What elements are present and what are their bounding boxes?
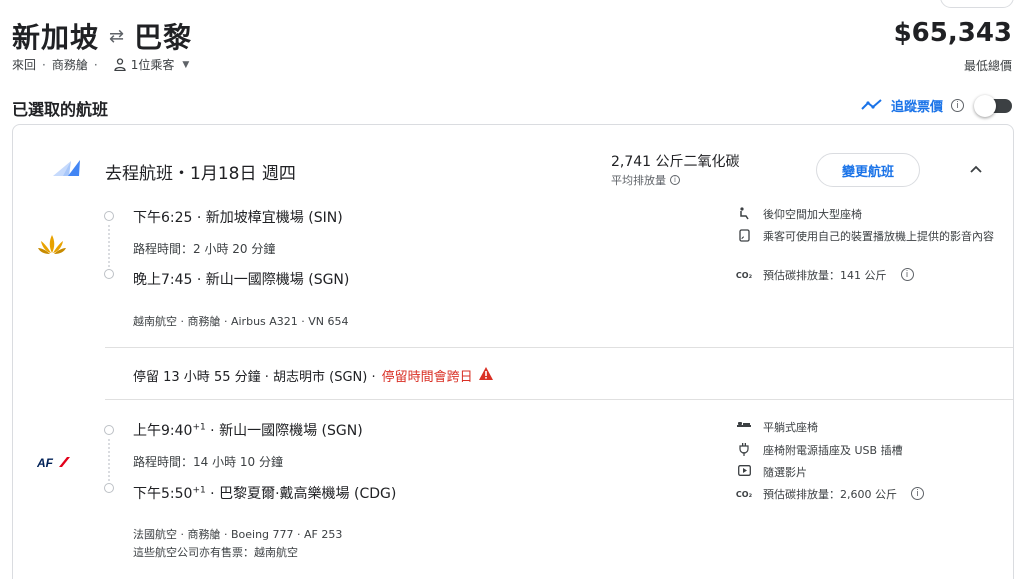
segment-1-duration: 路程時間：2 小時 20 分鐘 <box>133 242 276 256</box>
origin-city: 新加坡 <box>12 21 100 54</box>
amenity-co2: CO₂ 預估碳排放量：2,600 公斤 i <box>735 487 995 503</box>
co2-icon: CO₂ <box>735 490 753 499</box>
trend-line-icon <box>861 96 883 115</box>
vietnam-airlines-logo <box>38 233 66 259</box>
segment-1-arrival: 晚上7:45 · 新山一國際機場 (SGN) <box>133 272 350 288</box>
co2-icon: CO₂ <box>735 271 753 280</box>
departure-place: · 新山一國際機場 (SGN) <box>205 423 363 439</box>
flight-card: 去程航班・1月18日 週四 2,741 公斤二氧化碳 平均排放量 i 變更航班 … <box>12 124 1014 579</box>
top-pill-button[interactable] <box>940 0 1014 8</box>
timeline-line <box>108 439 110 481</box>
departure-dot <box>104 425 114 435</box>
arrival-place: · 巴黎夏爾·戴高樂機場 (CDG) <box>205 486 397 502</box>
power-outlet-icon <box>735 443 753 456</box>
device-stream-icon <box>735 229 753 242</box>
info-icon[interactable]: i <box>900 268 914 281</box>
amenity-text: 後仰空間加大型座椅 <box>763 208 862 221</box>
separator-dot: · <box>42 57 46 72</box>
co2-total: 2,741 公斤二氧化碳 <box>611 154 740 170</box>
next-day-indicator: +1 <box>192 422 206 433</box>
info-icon[interactable]: i <box>951 99 964 112</box>
amenity-power-outlet: 座椅附電源插座及 USB 插槽 <box>735 443 995 459</box>
divider <box>105 399 1013 400</box>
legroom-icon <box>735 207 753 220</box>
info-icon[interactable]: i <box>670 175 680 185</box>
track-prices-toggle[interactable] <box>974 94 1012 117</box>
cabin-class: 商務艙 <box>51 58 88 72</box>
amenity-legroom: 後仰空間加大型座椅 <box>735 207 995 223</box>
amenity-text: 座椅附電源插座及 USB 插槽 <box>763 444 903 457</box>
departure-time: 上午9:40 <box>133 423 193 439</box>
arrival-dot <box>104 483 114 493</box>
next-day-indicator: +1 <box>192 485 206 496</box>
person-icon <box>114 58 126 71</box>
segment-2-duration: 路程時間：14 小時 10 分鐘 <box>133 455 283 469</box>
toggle-knob <box>974 94 996 117</box>
track-prices-label[interactable]: 追蹤票價 <box>891 96 943 115</box>
segment-2-arrival: 下午5:50+1 · 巴黎夏爾·戴高樂機場 (CDG) <box>133 483 396 503</box>
timeline-line <box>108 225 110 267</box>
chevron-up-icon[interactable] <box>969 161 983 177</box>
price-label: 最低總價 <box>963 59 1012 73</box>
route-header: 新加坡 ⇄ 巴黎 <box>12 16 192 56</box>
amenity-text: 平躺式座椅 <box>763 421 818 434</box>
section-title: 已選取的航班 <box>12 100 109 119</box>
info-icon[interactable]: i <box>911 487 924 500</box>
total-price: $65,343 <box>893 18 1012 48</box>
co2-average: 平均排放量 i <box>611 172 680 188</box>
departure-dot <box>104 211 114 221</box>
amenity-text: 預估碳排放量：2,600 公斤 <box>763 488 897 501</box>
video-icon <box>735 465 753 476</box>
amenity-text: 隨選影片 <box>763 466 807 479</box>
layover-text: 停留 13 小時 55 分鐘 · 胡志明市 (SGN) · <box>133 370 376 385</box>
amenity-device-stream: 乘客可使用自己的裝置播放機上提供的影音內容 <box>735 229 995 245</box>
arrival-dot <box>104 269 114 279</box>
amenity-text: 預估碳排放量：141 公斤 <box>763 269 887 282</box>
flat-bed-icon <box>735 420 753 429</box>
trip-type: 來回 <box>12 58 37 72</box>
segment-2-departure: 上午9:40+1 · 新山一國際機場 (SGN) <box>133 420 363 440</box>
air-france-logo: AF <box>36 453 71 472</box>
arrival-time: 下午5:50 <box>133 486 193 502</box>
segment-1-details: 越南航空 · 商務艙 · Airbus A321 · VN 654 <box>133 315 349 328</box>
co2-average-label: 平均排放量 <box>611 174 666 187</box>
amenity-flat-bed: 平躺式座椅 <box>735 420 995 436</box>
segment-1-departure: 下午6:25 · 新加坡樟宜機場 (SIN) <box>133 210 343 226</box>
layover-info: 停留 13 小時 55 分鐘 · 胡志明市 (SGN) · 停留時間會跨日 <box>133 366 493 385</box>
outbound-title: 去程航班・1月18日 週四 <box>105 164 296 184</box>
amenity-co2: CO₂ 預估碳排放量：141 公斤 i <box>735 268 995 284</box>
destination-city: 巴黎 <box>134 21 193 54</box>
passenger-selector[interactable]: 1位乘客 <box>131 56 175 73</box>
warning-icon <box>478 367 493 384</box>
amenity-video: 隨選影片 <box>735 465 995 481</box>
codeshare-note: 這些航空公司亦有售票：越南航空 <box>133 546 298 559</box>
change-flight-button[interactable]: 變更航班 <box>816 153 920 187</box>
chevron-down-icon[interactable]: ▼ <box>182 60 189 70</box>
trip-options: 來回 · 商務艙 · 1位乘客 ▼ <box>12 56 189 73</box>
round-trip-arrows-icon: ⇄ <box>109 25 125 47</box>
amenity-text: 乘客可使用自己的裝置播放機上提供的影音內容 <box>763 230 994 243</box>
departing-plane-logo <box>53 160 81 180</box>
svg-text:AF: AF <box>37 456 54 468</box>
separator-dot: · <box>93 57 98 72</box>
track-prices[interactable]: 追蹤票價 i <box>861 94 1012 117</box>
divider <box>105 347 1013 348</box>
overnight-warning: 停留時間會跨日 <box>381 370 473 385</box>
segment-2-details: 法國航空 · 商務艙 · Boeing 777 · AF 253 <box>133 528 343 541</box>
